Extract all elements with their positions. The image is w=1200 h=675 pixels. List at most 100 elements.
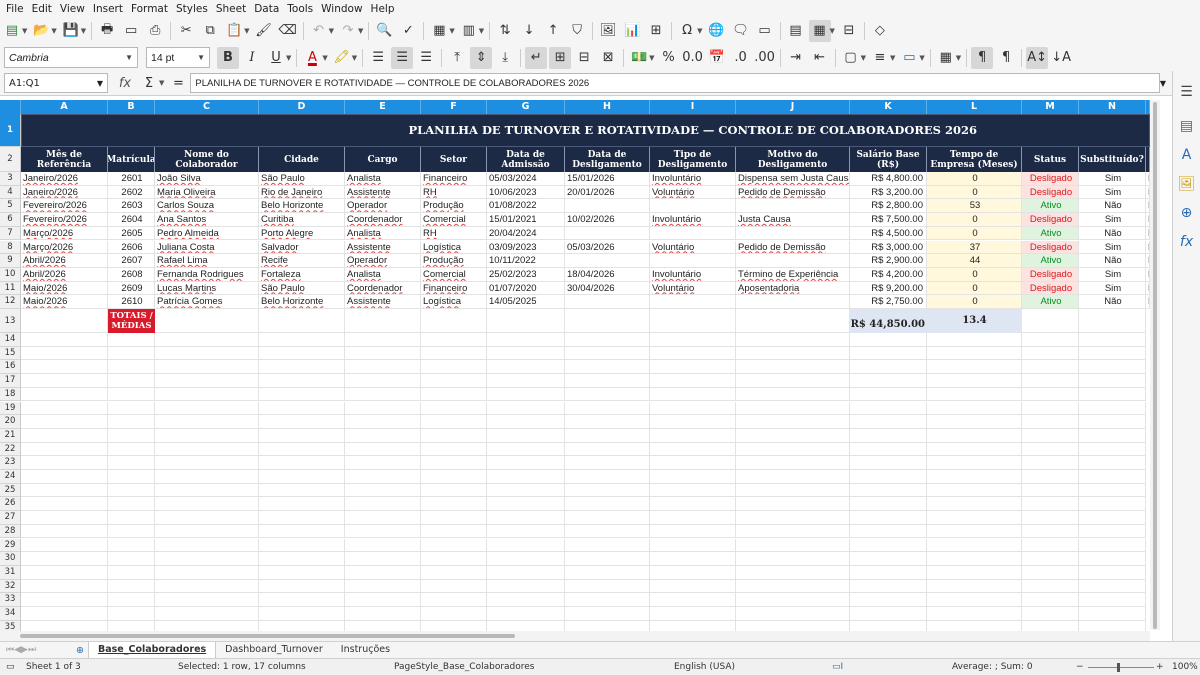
table-cell[interactable]: Porto Alegre [259, 226, 345, 241]
table-cell[interactable]: Abril/2026 [21, 267, 108, 282]
rtl-paragraph-icon[interactable]: ¶ [995, 47, 1017, 69]
empty-cell[interactable] [487, 511, 565, 525]
column-header[interactable]: K [850, 100, 927, 114]
empty-cell[interactable] [1022, 552, 1079, 566]
empty-cell[interactable] [736, 442, 850, 457]
empty-cell[interactable] [1022, 579, 1079, 594]
empty-cell[interactable] [650, 374, 736, 388]
empty-cell[interactable] [345, 387, 421, 402]
empty-cell[interactable] [565, 456, 650, 470]
row-header[interactable]: 26 [0, 497, 21, 512]
empty-cell[interactable] [565, 579, 650, 594]
table-cell[interactable]: 2610 [108, 295, 155, 309]
table-cell[interactable]: Lucas Martins [155, 281, 259, 296]
empty-cell[interactable] [1022, 511, 1079, 525]
language[interactable]: English (USA) [674, 662, 735, 672]
select-all-corner[interactable] [0, 100, 21, 114]
tab-base-colaboradores[interactable]: Base_Colaboradores [87, 642, 217, 658]
table-cell[interactable]: Financeiro [421, 281, 487, 296]
font-color-icon[interactable]: A [301, 47, 323, 69]
table-cell[interactable]: Operador [345, 254, 421, 268]
empty-cell[interactable] [21, 552, 108, 566]
function-wizard-icon[interactable]: fx [114, 72, 136, 94]
empty-cell[interactable] [421, 442, 487, 457]
empty-cell[interactable] [487, 565, 565, 580]
vertical-text-icon[interactable]: ↓A [1050, 47, 1072, 69]
empty-cell[interactable] [155, 497, 259, 512]
column-header[interactable]: H [565, 100, 650, 114]
empty-cell[interactable] [108, 346, 155, 361]
empty-cell[interactable] [345, 511, 421, 525]
empty-cell[interactable] [565, 607, 650, 621]
row-header[interactable]: 13 [0, 309, 21, 333]
table-cell[interactable]: Não [1079, 254, 1146, 268]
table-cell[interactable]: Belo Horizonte [259, 295, 345, 309]
empty-cell[interactable] [1022, 497, 1079, 512]
align-bottom-icon[interactable]: ⤓ [494, 47, 516, 69]
empty-cell[interactable] [650, 309, 736, 333]
table-cell[interactable]: 25/02/2023 [487, 267, 565, 282]
empty-cell[interactable] [259, 374, 345, 388]
column-title[interactable]: Tempo de Empresa (Meses) [927, 147, 1022, 172]
empty-cell[interactable] [259, 401, 345, 416]
empty-cell[interactable] [927, 360, 1022, 375]
row-header[interactable]: 27 [0, 511, 21, 525]
empty-cell[interactable] [1022, 309, 1079, 333]
table-cell[interactable]: Patrícia Gomes [155, 295, 259, 309]
table-cell[interactable]: Assistente [345, 240, 421, 255]
cut-icon[interactable]: ✂ [175, 20, 197, 42]
table-cell[interactable]: Logística [421, 240, 487, 255]
empty-cell[interactable] [565, 309, 650, 333]
row-header[interactable]: 28 [0, 524, 21, 539]
table-cell[interactable]: R$ 2,800.00 [850, 199, 927, 214]
table-cell[interactable] [650, 199, 736, 214]
average-tenure[interactable]: 13.4 [927, 309, 1022, 333]
empty-cell[interactable] [927, 565, 1022, 580]
column-header[interactable]: B [108, 100, 155, 114]
table-cell[interactable]: R$ 2,750.00 [850, 295, 927, 309]
pivot-table-icon[interactable]: ⊞ [645, 20, 667, 42]
border-style-icon[interactable]: ≡ [869, 47, 891, 69]
empty-cell[interactable] [927, 442, 1022, 457]
empty-cell[interactable] [1022, 346, 1079, 361]
empty-cell[interactable] [259, 607, 345, 621]
table-cell[interactable]: 2603 [108, 199, 155, 214]
empty-cell[interactable] [565, 497, 650, 512]
table-cell[interactable]: Desligado [1022, 267, 1079, 282]
percent-format-icon[interactable]: % [658, 47, 680, 69]
menu-item[interactable]: Window [319, 3, 368, 15]
empty-cell[interactable] [650, 360, 736, 375]
empty-cell[interactable] [927, 387, 1022, 402]
empty-cell[interactable] [21, 470, 108, 484]
table-cell[interactable]: R$ 4,500.00 [850, 226, 927, 241]
empty-cell[interactable] [736, 428, 850, 443]
column-title[interactable]: Mês de Referência [21, 147, 108, 172]
empty-cell[interactable] [927, 579, 1022, 594]
add-sheet-icon[interactable]: ⊕ [72, 645, 88, 656]
table-cell[interactable]: Sim [1079, 267, 1146, 282]
empty-cell[interactable] [421, 579, 487, 594]
row-header[interactable]: 5 [0, 199, 21, 214]
clone-formatting-icon[interactable]: 🖌 [253, 20, 275, 42]
sum-icon[interactable]: Σ [138, 72, 160, 94]
ltr-paragraph-icon[interactable]: ¶ [971, 46, 994, 69]
table-cell[interactable]: 01/07/2020 [487, 281, 565, 296]
empty-cell[interactable] [259, 497, 345, 512]
align-right-icon[interactable]: ☰ [415, 47, 437, 69]
sort-icon[interactable]: ⇅ [494, 20, 516, 42]
page-style[interactable]: PageStyle_Base_Colaboradores [394, 662, 535, 672]
row-icon[interactable]: ▦ [428, 20, 450, 42]
empty-cell[interactable] [487, 333, 565, 347]
empty-cell[interactable] [21, 374, 108, 388]
empty-cell[interactable] [1022, 483, 1079, 498]
table-cell[interactable]: Março/2026 [21, 240, 108, 255]
empty-cell[interactable] [21, 442, 108, 457]
empty-cell[interactable] [927, 470, 1022, 484]
empty-cell[interactable] [565, 415, 650, 429]
empty-cell[interactable] [108, 333, 155, 347]
table-cell[interactable]: Ativo [1022, 226, 1079, 241]
column-header[interactable]: C [155, 100, 259, 114]
empty-cell[interactable] [21, 524, 108, 539]
table-cell[interactable]: Desligado [1022, 240, 1079, 255]
row-header[interactable]: 4 [0, 185, 21, 200]
